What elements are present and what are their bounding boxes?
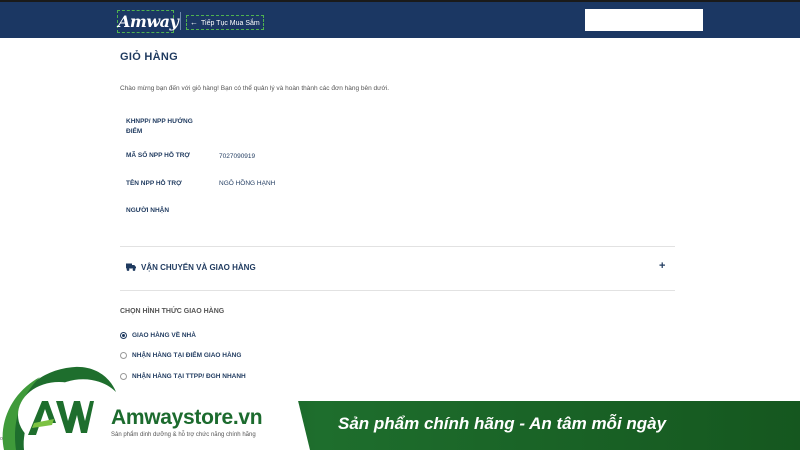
header-search-box[interactable] xyxy=(585,9,703,31)
banner-slogan: Sản phẩm chính hãng - An tâm mỗi ngày xyxy=(338,414,667,433)
aw-logo-icon xyxy=(28,401,94,435)
shipping-section-label: VẬN CHUYỂN VÀ GIAO HÀNG xyxy=(141,263,256,272)
field-label-recipient: NGƯỜI NHẬN xyxy=(126,207,170,214)
field-label-support-id: MÃ SỐ NPP HỖ TRỢ xyxy=(126,152,190,159)
radio-express[interactable] xyxy=(120,373,127,380)
shipping-section-header[interactable]: VẬN CHUYỂN VÀ GIAO HÀNG + xyxy=(120,247,675,290)
continue-shopping-label: Tiếp Tục Mua Sắm xyxy=(201,20,260,27)
header-separator xyxy=(180,12,181,30)
amway-logo[interactable]: Amway xyxy=(117,10,179,33)
arrow-left-icon: ← xyxy=(190,18,198,27)
delivery-option-express-label: NHẬN HÀNG TẠI TTPP/ ĐGH NHANH xyxy=(132,373,246,380)
site-header: Amway ← Tiếp Tục Mua Sắm xyxy=(0,2,800,38)
field-value-support-id: 7027090919 xyxy=(219,153,256,160)
delivery-method-label: CHỌN HÌNH THỨC GIAO HÀNG xyxy=(120,308,225,315)
divider-bottom xyxy=(120,290,675,291)
delivery-option-home-label: GIAO HÀNG VỀ NHÀ xyxy=(132,332,196,339)
field-value-support-name: NGÔ HỒNG HẠNH xyxy=(219,180,276,187)
edge-text: o xyxy=(0,436,3,442)
welcome-text: Chào mừng bạn đến với giỏ hàng! Bạn có t… xyxy=(120,85,390,92)
brand-name: Amwaystore.vn xyxy=(111,406,263,429)
radio-home[interactable] xyxy=(120,332,127,339)
field-label-khnpp: KHNPP/ NPP HƯỚNG ĐIỂM xyxy=(126,118,193,135)
page-title: GIỎ HÀNG xyxy=(120,51,179,63)
plus-icon[interactable]: + xyxy=(659,260,665,272)
brand-tagline: Sản phẩm dinh dưỡng & hỗ trợ chức năng c… xyxy=(111,432,256,438)
radio-pickup-point[interactable] xyxy=(120,352,127,359)
field-label-support-name: TÊN NPP HỖ TRỢ xyxy=(126,180,182,187)
continue-shopping-link[interactable]: ← Tiếp Tục Mua Sắm xyxy=(186,15,264,30)
truck-icon xyxy=(126,263,136,271)
delivery-option-pickup-point-label: NHẬN HÀNG TẠI ĐIỂM GIAO HÀNG xyxy=(132,352,242,359)
